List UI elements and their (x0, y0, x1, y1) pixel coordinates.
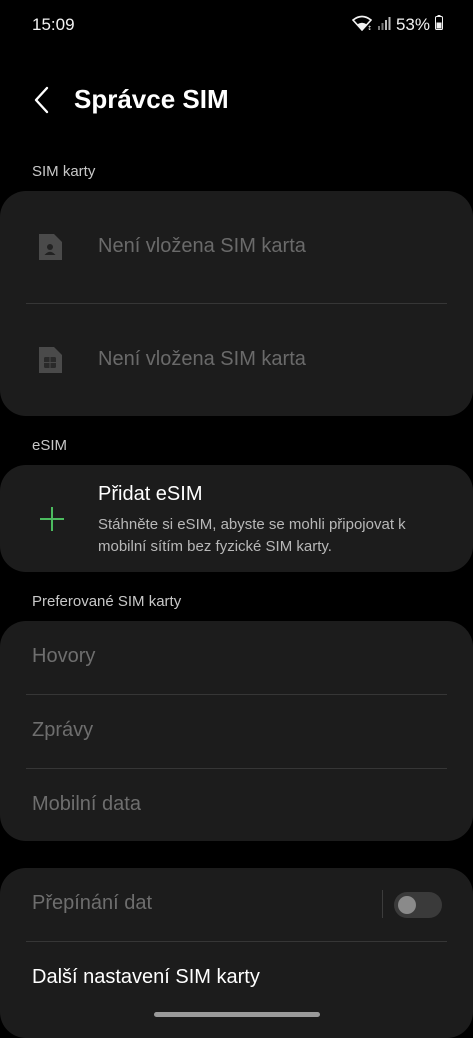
svg-text:↕: ↕ (367, 25, 372, 31)
battery-icon (435, 15, 443, 35)
preferred-calls-label: Hovory (32, 645, 96, 667)
battery-percentage: 53% (395, 15, 430, 34)
add-esim-button[interactable]: Přidat eSIM Stáhněte si eSIM, abyste se … (0, 465, 473, 572)
section-header-sim-cards: SIM karty (32, 163, 96, 180)
back-button[interactable] (24, 82, 60, 122)
sim-slot-2-label: Není vložena SIM karta (98, 348, 306, 370)
sim-slot-2[interactable]: Není vložena SIM karta (0, 304, 473, 416)
preferred-messages[interactable]: Zprávy (0, 695, 473, 768)
status-icons: ↕ 53% (351, 14, 443, 36)
preferred-mobile-data[interactable]: Mobilní data (0, 769, 473, 841)
signal-icon (377, 16, 391, 35)
toggle-separator (382, 890, 383, 918)
toggle-knob (398, 896, 416, 914)
title-bar: Správce SIM (0, 70, 473, 134)
status-bar: 15:09 ↕ 53% (0, 0, 473, 50)
more-sim-settings-label: Další nastavení SIM karty (32, 966, 260, 988)
plus-icon (38, 505, 66, 533)
data-switching-toggle[interactable] (394, 892, 442, 918)
chevron-left-icon (34, 86, 50, 119)
page-title: Správce SIM (74, 84, 229, 114)
preferred-sim-card: Hovory Zprávy Mobilní data (0, 621, 473, 841)
preferred-calls[interactable]: Hovory (0, 621, 473, 694)
section-header-esim: eSIM (32, 437, 68, 454)
preferred-messages-label: Zprávy (32, 719, 94, 741)
wifi-icon: ↕ (351, 15, 373, 36)
sim-2-icon (36, 345, 64, 375)
preferred-mobile-data-label: Mobilní data (32, 793, 141, 815)
data-switching-label: Přepínání dat (32, 892, 153, 914)
sim-1-icon (36, 232, 64, 262)
add-esim-title: Přidat eSIM (98, 483, 203, 505)
data-switching-row[interactable]: Přepínání dat (0, 868, 473, 941)
section-header-preferred: Preferované SIM karty (32, 593, 182, 610)
more-sim-settings[interactable]: Další nastavení SIM karty (0, 942, 473, 1015)
sim-slot-1[interactable]: Není vložena SIM karta (0, 191, 473, 303)
sim-cards-card: Není vložena SIM karta Není vložena SIM … (0, 191, 473, 416)
add-esim-description: Stáhněte si eSIM, abyste se mohli připoj… (98, 516, 406, 555)
home-indicator[interactable] (154, 1012, 320, 1017)
status-time: 15:09 (32, 15, 75, 34)
sim-slot-1-label: Není vložena SIM karta (98, 235, 306, 257)
